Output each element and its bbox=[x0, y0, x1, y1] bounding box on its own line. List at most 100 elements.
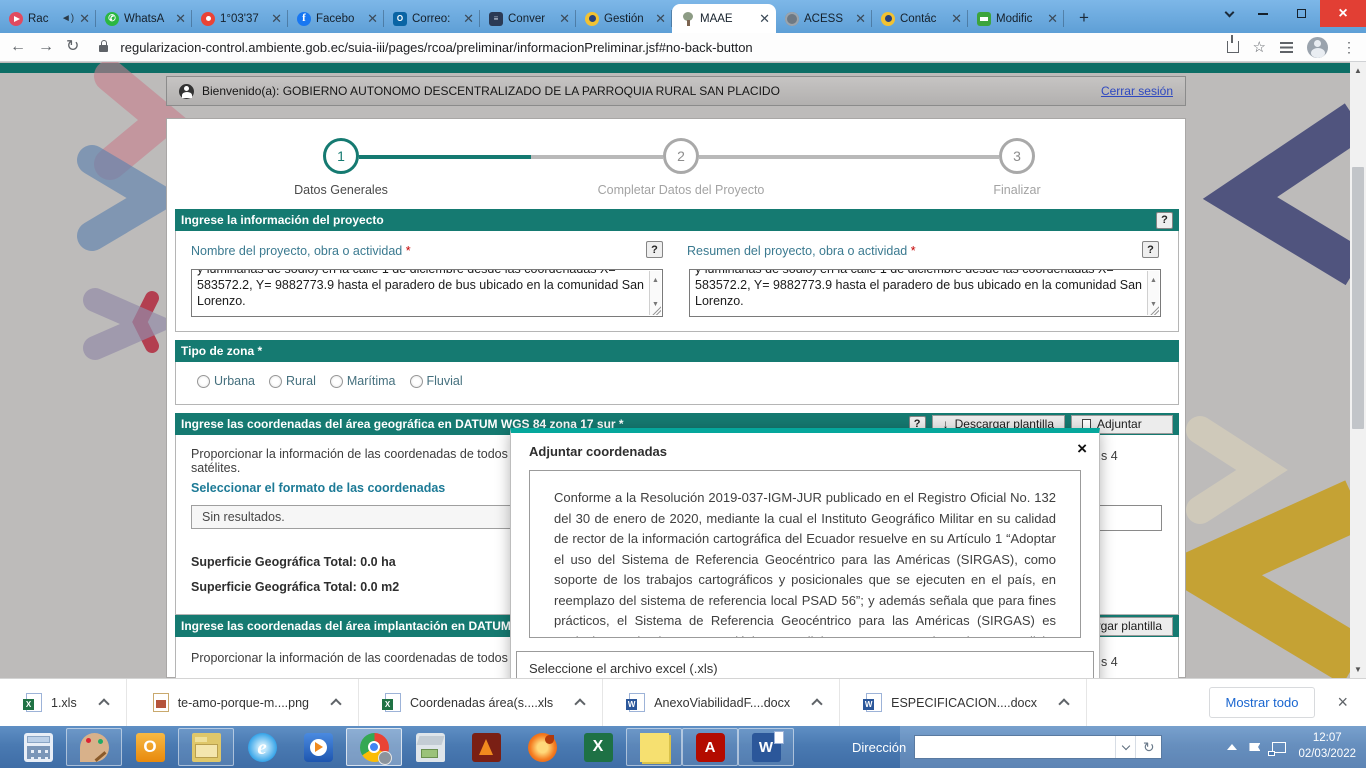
download-item[interactable]: W ESPECIFICACION....docx bbox=[840, 679, 1087, 726]
wizard-progress-line bbox=[359, 155, 531, 159]
radio-maritima[interactable] bbox=[330, 375, 343, 388]
sticky-notes-icon[interactable] bbox=[626, 728, 682, 766]
scanner-icon[interactable] bbox=[402, 728, 458, 766]
reload-icon[interactable]: ↻ bbox=[66, 39, 79, 55]
wizard-step-3[interactable]: 3 bbox=[999, 138, 1035, 174]
download-item[interactable]: W AnexoViabilidadF....docx bbox=[603, 679, 840, 726]
chevron-up-icon[interactable] bbox=[574, 698, 585, 709]
network-icon[interactable] bbox=[1272, 742, 1286, 753]
help-button[interactable]: ? bbox=[1156, 212, 1173, 229]
downloads-close-icon[interactable]: × bbox=[1337, 692, 1348, 713]
window-restore-button[interactable] bbox=[1282, 0, 1320, 27]
chevron-up-icon[interactable] bbox=[330, 698, 341, 709]
scroll-up-icon[interactable]: ▲ bbox=[1350, 62, 1366, 79]
user-icon bbox=[179, 84, 194, 99]
bookmark-star-icon[interactable]: ☆ bbox=[1253, 38, 1266, 56]
radio-fluvial[interactable] bbox=[410, 375, 423, 388]
chevron-up-icon[interactable] bbox=[1058, 698, 1069, 709]
download-file-name: te-amo-porque-m....png bbox=[178, 696, 309, 710]
tab-close-icon[interactable]: ✕ bbox=[463, 12, 474, 25]
tab-modificacion[interactable]: Modific ✕ bbox=[968, 4, 1064, 33]
tab-facebook[interactable]: f Facebo ✕ bbox=[288, 4, 384, 33]
resize-handle-icon[interactable] bbox=[1150, 306, 1159, 315]
wizard-step-1[interactable]: 1 bbox=[323, 138, 359, 174]
address-toolbar-input[interactable] bbox=[915, 736, 1115, 758]
tab-close-icon[interactable]: ✕ bbox=[79, 12, 90, 25]
file-explorer-icon[interactable] bbox=[178, 728, 234, 766]
window-close-button[interactable]: × bbox=[1320, 0, 1366, 27]
tab-correo[interactable]: O Correo: ✕ bbox=[384, 4, 480, 33]
page-scrollbar[interactable]: ▲ ▼ bbox=[1350, 62, 1366, 678]
tray-expand-icon[interactable] bbox=[1227, 744, 1237, 750]
profile-avatar[interactable] bbox=[1307, 37, 1328, 58]
radio-rural[interactable] bbox=[269, 375, 282, 388]
download-item[interactable]: X 1.xls bbox=[0, 679, 127, 726]
new-tab-button[interactable]: + bbox=[1070, 5, 1098, 31]
tab-close-icon[interactable]: ✕ bbox=[1047, 12, 1058, 25]
tab-close-icon[interactable]: ✕ bbox=[759, 12, 770, 25]
tab-contacto[interactable]: Contác ✕ bbox=[872, 4, 968, 33]
chevron-up-icon[interactable] bbox=[98, 698, 109, 709]
tab-close-icon[interactable]: ✕ bbox=[951, 12, 962, 25]
resumen-textarea[interactable]: y luminarias de sodio) en la calle 1 de … bbox=[689, 269, 1161, 317]
tab-whatsapp[interactable]: ✆ WhatsA ✕ bbox=[96, 4, 192, 33]
nombre-textarea[interactable]: y luminarias de sodio) en la calle 1 de … bbox=[191, 269, 663, 317]
download-item[interactable]: te-amo-porque-m....png bbox=[127, 679, 359, 726]
fire-app-icon[interactable] bbox=[458, 728, 514, 766]
radio-label: Rural bbox=[286, 374, 316, 388]
outlook-icon[interactable]: O bbox=[122, 728, 178, 766]
address-dropdown-icon[interactable] bbox=[1115, 736, 1135, 758]
tab-maae-active[interactable]: MAAE ✕ bbox=[672, 4, 776, 33]
download-item[interactable]: X Coordenadas área(s....xls bbox=[359, 679, 603, 726]
share-icon[interactable] bbox=[1227, 41, 1239, 53]
help-button[interactable]: ? bbox=[646, 241, 663, 258]
logout-link[interactable]: Cerrar sesión bbox=[1101, 84, 1173, 98]
chevron-up-icon[interactable] bbox=[811, 698, 822, 709]
word-icon[interactable]: W bbox=[738, 728, 794, 766]
internet-explorer-icon[interactable]: e bbox=[234, 728, 290, 766]
tab-close-icon[interactable]: ✕ bbox=[855, 12, 866, 25]
tab-maps[interactable]: 1°03'37 ✕ bbox=[192, 4, 288, 33]
help-button[interactable]: ? bbox=[1142, 241, 1159, 258]
acrobat-icon[interactable]: A bbox=[682, 728, 738, 766]
geo-side-input[interactable] bbox=[1098, 505, 1162, 531]
tab-search-chevron-icon[interactable] bbox=[1214, 0, 1244, 28]
paint-icon[interactable] bbox=[66, 728, 122, 766]
formato-coordenadas-link[interactable]: Seleccionar el formato de las coordenada… bbox=[191, 481, 445, 495]
address-go-icon[interactable]: ↻ bbox=[1135, 736, 1161, 758]
window-minimize-button[interactable] bbox=[1244, 0, 1282, 27]
tab-close-icon[interactable]: ✕ bbox=[367, 12, 378, 25]
tree-icon bbox=[681, 12, 695, 26]
image-file-icon bbox=[153, 693, 169, 712]
address-bar[interactable]: regularizacion-control.ambiente.gob.ec/s… bbox=[120, 40, 1214, 55]
tab-converter[interactable]: ≡ Conver ✕ bbox=[480, 4, 576, 33]
back-icon[interactable]: ← bbox=[10, 39, 26, 55]
excel-icon[interactable]: X bbox=[570, 728, 626, 766]
resize-handle-icon[interactable] bbox=[652, 306, 661, 315]
tab-close-icon[interactable]: ✕ bbox=[271, 12, 282, 25]
modal-close-icon[interactable]: × bbox=[1077, 440, 1087, 457]
media-player-icon[interactable] bbox=[290, 728, 346, 766]
wizard-step-2[interactable]: 2 bbox=[663, 138, 699, 174]
forward-icon[interactable]: → bbox=[38, 39, 54, 55]
action-center-flag-icon[interactable] bbox=[1249, 743, 1260, 751]
tab-label: MAAE bbox=[700, 13, 754, 25]
tab-radio[interactable]: Rac ◄) ✕ bbox=[0, 4, 96, 33]
taskbar-clock[interactable]: 12:07 02/03/2022 bbox=[1298, 731, 1356, 762]
reading-list-icon[interactable] bbox=[1280, 42, 1293, 53]
calculator-icon[interactable] bbox=[10, 728, 66, 766]
firefox-icon[interactable] bbox=[514, 728, 570, 766]
file-select-box[interactable]: Seleccione el archivo excel (.xls) bbox=[516, 651, 1094, 678]
tab-close-icon[interactable]: ✕ bbox=[175, 12, 186, 25]
tab-acess[interactable]: ACESS ✕ bbox=[776, 4, 872, 33]
tab-close-icon[interactable]: ✕ bbox=[655, 12, 666, 25]
chrome-icon[interactable] bbox=[346, 728, 402, 766]
tab-gestion[interactable]: Gestión ✕ bbox=[576, 4, 672, 33]
radio-urbana[interactable] bbox=[197, 375, 210, 388]
scrollbar-thumb[interactable] bbox=[1352, 167, 1364, 429]
tab-close-icon[interactable]: ✕ bbox=[559, 12, 570, 25]
welcome-bar: Bienvenido(a): GOBIERNO AUTONOMO DESCENT… bbox=[166, 76, 1186, 106]
scroll-down-icon[interactable]: ▼ bbox=[1350, 661, 1366, 678]
menu-dots-icon[interactable]: ⋮ bbox=[1342, 39, 1356, 56]
show-all-button[interactable]: Mostrar todo bbox=[1209, 687, 1316, 718]
